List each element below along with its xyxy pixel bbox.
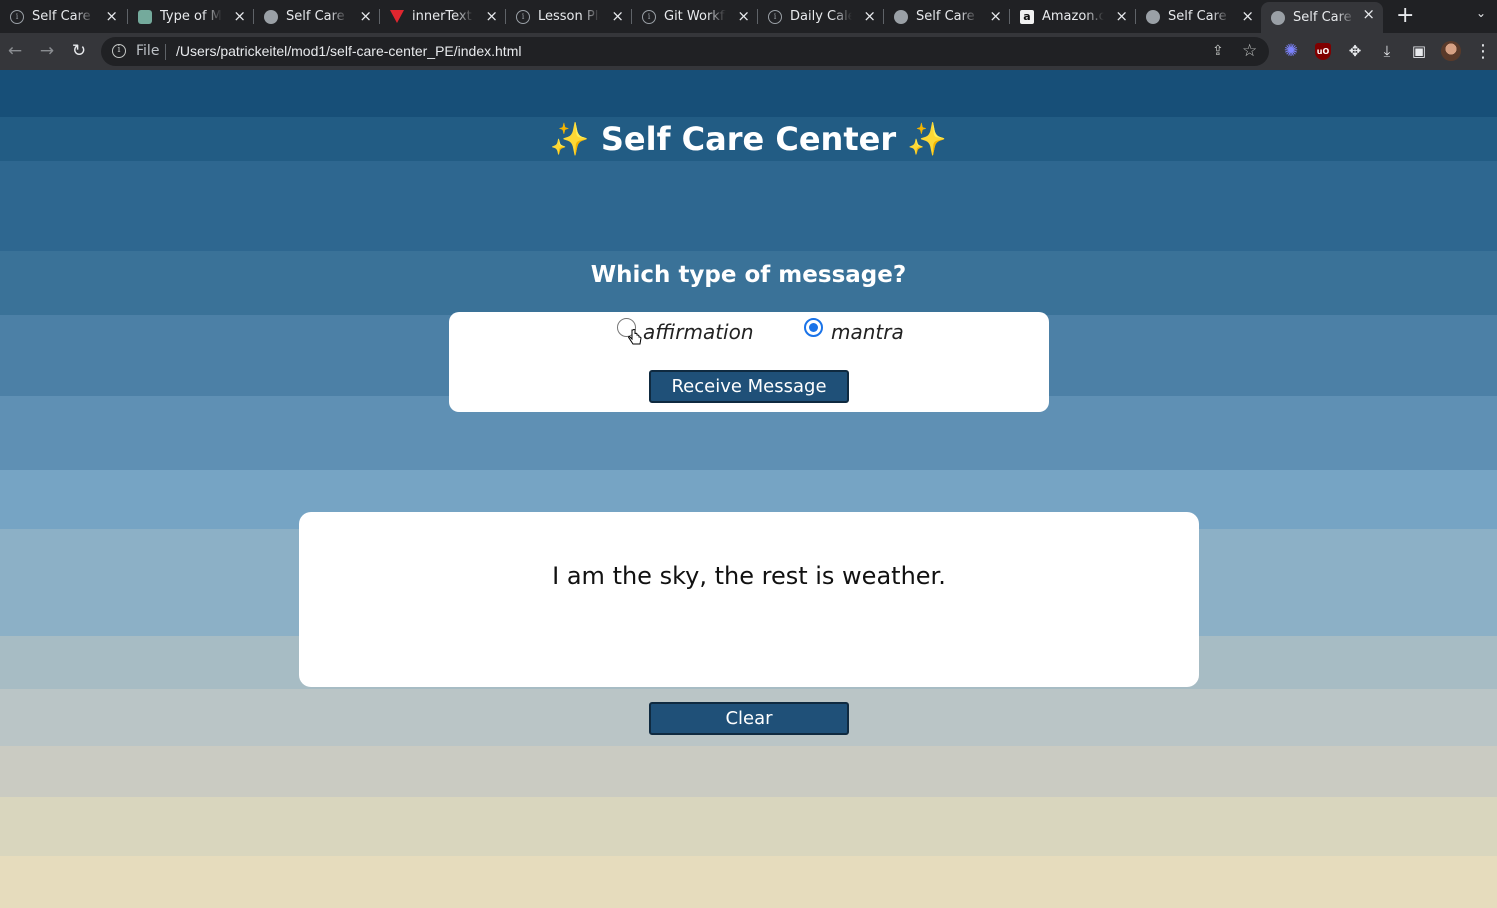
close-tab-icon[interactable]: × — [863, 7, 876, 25]
close-tab-icon[interactable]: × — [1115, 7, 1128, 25]
tab-4[interactable]: i Lesson Pla × — [506, 4, 632, 29]
address-bar[interactable]: i File /Users/patrickeitel/mod1/self-car… — [101, 37, 1269, 66]
profile-avatar[interactable] — [1441, 41, 1461, 61]
tab-title: innerText v — [412, 9, 474, 24]
tab-8[interactable]: a Amazon.co × — [1010, 4, 1136, 29]
tab-title: Self Care C — [286, 9, 348, 24]
info-icon: i — [516, 9, 530, 24]
message-type-card: affirmation mantra Receive Message — [449, 312, 1049, 412]
hand-cursor-icon — [628, 329, 642, 345]
close-tab-icon[interactable]: × — [359, 7, 372, 25]
share-icon[interactable]: ⇪ — [1212, 43, 1224, 59]
message-text: I am the sky, the rest is weather. — [552, 562, 946, 590]
page-viewport: ✨ Self Care Center ✨ Which type of messa… — [0, 70, 1497, 908]
back-arrow-icon[interactable]: ← — [4, 40, 26, 62]
menu-kebab-icon[interactable]: ⋮ — [1473, 41, 1493, 62]
close-tab-icon[interactable]: × — [611, 7, 624, 25]
tab-9[interactable]: Self Care C × — [1136, 4, 1262, 29]
tab-2[interactable]: Self Care C × — [254, 4, 380, 29]
sparkles-icon: ✨ — [907, 120, 948, 158]
tab-0[interactable]: i Self Care C × — [0, 4, 126, 29]
info-icon: i — [642, 9, 656, 24]
tab-1[interactable]: Type of Me × — [128, 4, 254, 29]
close-tab-icon[interactable]: × — [737, 7, 750, 25]
scheme-label: File — [136, 43, 160, 59]
background-band — [0, 161, 1497, 251]
close-tab-icon[interactable]: × — [1241, 7, 1254, 25]
downloads-icon[interactable]: ⤓ — [1377, 41, 1397, 61]
message-type-question: Which type of message? — [590, 262, 907, 288]
amazon-icon: a — [1020, 9, 1034, 24]
side-panel-icon[interactable]: ▣ — [1409, 41, 1429, 61]
tab-title: Lesson Pla — [538, 9, 600, 24]
tab-search-chevron-icon[interactable]: ⌄ — [1476, 6, 1486, 20]
info-icon: i — [768, 9, 782, 24]
close-tab-icon[interactable]: × — [485, 7, 498, 25]
affirmation-label[interactable]: affirmation — [643, 320, 754, 344]
sparkles-icon: ✨ — [549, 120, 590, 158]
tab-title: Self Care C — [32, 9, 94, 24]
ublock-icon[interactable]: uO — [1315, 43, 1331, 60]
message-display-card: I am the sky, the rest is weather. — [299, 512, 1199, 687]
info-icon: i — [10, 9, 24, 24]
globe-icon — [1146, 9, 1160, 24]
reload-icon[interactable]: ↻ — [68, 40, 90, 62]
mantra-label[interactable]: mantra — [831, 320, 904, 344]
site-info-icon[interactable]: i — [112, 44, 126, 58]
tab-10-active[interactable]: Self Care C × — [1261, 2, 1383, 33]
tab-6[interactable]: i Daily Calen × — [758, 4, 884, 29]
globe-icon — [264, 9, 278, 24]
close-tab-icon[interactable]: × — [989, 7, 1002, 25]
background-band — [0, 856, 1497, 908]
forward-arrow-icon[interactable]: → — [36, 40, 58, 62]
close-tab-icon[interactable]: × — [105, 7, 118, 25]
tab-title: Git Workflo — [664, 9, 726, 24]
turing-icon — [390, 10, 404, 23]
extensions-puzzle-icon[interactable]: ✥ — [1345, 41, 1365, 61]
receive-message-button[interactable]: Receive Message — [649, 370, 849, 403]
new-tab-button[interactable]: + — [1396, 4, 1414, 28]
close-tab-icon[interactable]: × — [233, 7, 246, 25]
divider — [165, 44, 166, 60]
tab-title: Self Care C — [916, 9, 978, 24]
bookmark-star-icon[interactable]: ☆ — [1242, 41, 1257, 61]
page-title-text: Self Care Center — [600, 120, 897, 158]
tab-title: Self Care C — [1168, 9, 1230, 24]
tab-title: Self Care C — [1293, 10, 1355, 25]
browser-toolbar: ← → ↻ i File /Users/patrickeitel/mod1/se… — [0, 33, 1497, 70]
tab-title: Type of Me — [160, 9, 222, 24]
tab-strip: i Self Care C × Type of Me × Self Care C… — [0, 0, 1497, 33]
tab-3[interactable]: innerText v × — [380, 4, 506, 29]
globe-icon — [894, 9, 908, 24]
page-title: ✨ Self Care Center ✨ — [0, 120, 1497, 158]
grammarly-icon[interactable]: ✺ — [1281, 41, 1301, 61]
close-tab-icon[interactable]: × — [1362, 5, 1375, 23]
background-band — [0, 797, 1497, 856]
tab-7[interactable]: Self Care C × — [884, 4, 1010, 29]
background-band — [0, 70, 1497, 117]
background-band — [0, 746, 1497, 797]
mantra-radio[interactable] — [804, 318, 823, 337]
tab-title: Daily Calen — [790, 9, 852, 24]
globe-icon — [1271, 10, 1285, 25]
chatgpt-icon — [138, 9, 152, 24]
tab-5[interactable]: i Git Workflo × — [632, 4, 758, 29]
tab-title: Amazon.co — [1042, 9, 1104, 24]
clear-button[interactable]: Clear — [649, 702, 849, 735]
url-text[interactable]: /Users/patrickeitel/mod1/self-care-cente… — [176, 43, 521, 59]
